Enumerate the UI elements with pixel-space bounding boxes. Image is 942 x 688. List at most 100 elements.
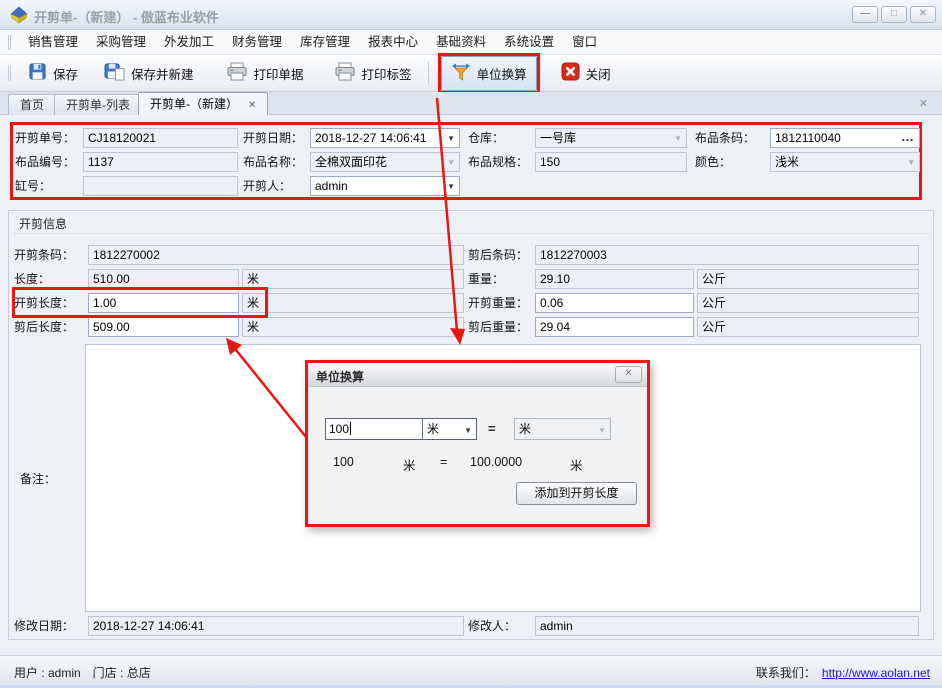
after-barcode-field[interactable]: 1812270003 bbox=[535, 245, 919, 265]
dropdown-arrow-icon: ▼ bbox=[907, 158, 915, 168]
tabstrip-close-button[interactable]: ✕ bbox=[919, 97, 928, 110]
fabric-barcode-label: 布品条码： bbox=[695, 128, 755, 148]
dropdown-arrow-icon[interactable]: ▼ bbox=[447, 182, 455, 192]
menu-basedata[interactable]: 基础资料 bbox=[427, 30, 495, 54]
toolbar: 保存 保存并新建 打印单据 bbox=[0, 55, 942, 92]
fabric-no-field[interactable]: 1137 bbox=[83, 152, 238, 172]
result-amount: 100 bbox=[333, 455, 354, 469]
user-store-info: 用户 : admin 门店 : 总店 bbox=[14, 664, 151, 681]
close-tab-button[interactable]: 关闭 bbox=[552, 57, 620, 89]
color-combo[interactable]: 浅米 ▼ bbox=[770, 152, 920, 172]
length-field[interactable]: 510.00 bbox=[88, 269, 239, 289]
cut-date-combo[interactable]: 2018-12-27 14:06:41 ▼ bbox=[310, 128, 460, 148]
weight-unit-cell: 公斤 bbox=[697, 269, 919, 289]
menu-sales[interactable]: 销售管理 bbox=[19, 30, 87, 54]
dialog-close-button[interactable]: ✕ bbox=[615, 366, 642, 383]
title-bar: 开剪单-（新建） - 傲蓝布业软件 — □ ✕ bbox=[0, 0, 942, 30]
cut-length-unit-cell: 米 bbox=[242, 293, 464, 313]
result-equals: = bbox=[440, 455, 447, 469]
fabric-barcode-field[interactable]: 1812110040 … bbox=[770, 128, 920, 148]
app-icon bbox=[10, 6, 28, 29]
maximize-button[interactable]: □ bbox=[881, 6, 907, 23]
add-to-cut-length-button[interactable]: 添加到开剪长度 bbox=[516, 482, 637, 505]
menu-outsourcing[interactable]: 外发加工 bbox=[155, 30, 223, 54]
after-length-field[interactable]: 509.00 bbox=[88, 317, 239, 337]
save-and-new-icon bbox=[104, 62, 125, 84]
cut-length-field[interactable]: 1.00 bbox=[88, 293, 239, 313]
amount-input[interactable]: 100 bbox=[325, 418, 425, 440]
after-weight-field[interactable]: 29.04 bbox=[535, 317, 694, 337]
vat-no-label: 缸号： bbox=[15, 176, 51, 196]
print-label-button[interactable]: 打印标签 bbox=[325, 57, 421, 89]
modifier-label: 修改人： bbox=[468, 616, 516, 636]
cut-barcode-field[interactable]: 1812270002 bbox=[88, 245, 464, 265]
dropdown-arrow-icon: ▼ bbox=[598, 426, 606, 436]
contact-info: 联系我们： http://www.aolan.net bbox=[756, 664, 930, 681]
menu-purchase[interactable]: 采购管理 bbox=[87, 30, 155, 54]
save-button[interactable]: 保存 bbox=[19, 57, 87, 89]
remark-label: 备注： bbox=[20, 469, 56, 489]
weight-field[interactable]: 29.10 bbox=[535, 269, 694, 289]
menu-inventory[interactable]: 库存管理 bbox=[291, 30, 359, 54]
save-and-new-button[interactable]: 保存并新建 bbox=[95, 57, 203, 89]
length-unit-cell: 米 bbox=[242, 269, 464, 289]
to-unit-combo[interactable]: 米 ▼ bbox=[514, 418, 611, 440]
warehouse-label: 仓库： bbox=[468, 128, 504, 148]
cut-weight-field[interactable]: 0.06 bbox=[535, 293, 694, 313]
menu-window[interactable]: 窗口 bbox=[563, 30, 606, 54]
text-caret bbox=[350, 422, 351, 435]
minimize-button[interactable]: — bbox=[852, 6, 878, 23]
tab-strip: 首页 开剪单-列表 开剪单-（新建）✕ ✕ bbox=[0, 92, 942, 115]
tab-home[interactable]: 首页 bbox=[8, 94, 56, 115]
print-receipt-button[interactable]: 打印单据 bbox=[217, 57, 313, 89]
unit-convert-icon bbox=[451, 62, 471, 85]
dropdown-arrow-icon[interactable]: ▼ bbox=[447, 134, 455, 144]
toolbar-separator bbox=[428, 61, 429, 85]
dialog-title: 单位换算 bbox=[316, 368, 364, 385]
after-weight-unit-cell: 公斤 bbox=[697, 317, 919, 337]
ellipsis-button[interactable]: … bbox=[901, 128, 914, 146]
modifier-field[interactable]: admin bbox=[535, 616, 919, 636]
vat-no-field[interactable] bbox=[83, 176, 238, 196]
result-to-unit: 米 bbox=[570, 455, 583, 474]
fabric-spec-field[interactable]: 150 bbox=[535, 152, 687, 172]
printer-icon bbox=[334, 62, 356, 84]
dropdown-arrow-icon[interactable]: ▼ bbox=[464, 426, 472, 436]
weight-label: 重量： bbox=[468, 269, 504, 289]
menu-settings[interactable]: 系统设置 bbox=[495, 30, 563, 54]
save-icon bbox=[28, 62, 47, 84]
result-from-unit: 米 bbox=[403, 455, 416, 474]
cut-no-field[interactable]: CJ18120021 bbox=[83, 128, 238, 148]
close-window-button[interactable]: ✕ bbox=[910, 6, 936, 23]
annotation-box-unit-convert: 单位换算 bbox=[438, 53, 540, 94]
tab-cut-new[interactable]: 开剪单-（新建）✕ bbox=[138, 92, 268, 115]
fabric-name-combo[interactable]: 全棉双面印花 ▼ bbox=[310, 152, 460, 172]
printer-icon bbox=[226, 62, 248, 84]
menu-finance[interactable]: 财务管理 bbox=[223, 30, 291, 54]
contact-label: 联系我们： bbox=[756, 666, 816, 680]
color-label: 颜色： bbox=[695, 152, 731, 172]
after-barcode-label: 剪后条码： bbox=[468, 245, 528, 265]
after-length-unit-cell: 米 bbox=[242, 317, 464, 337]
cut-barcode-label: 开剪条码： bbox=[14, 245, 74, 265]
from-unit-combo[interactable]: 米 ▼ bbox=[422, 418, 477, 440]
tab-close-icon[interactable]: ✕ bbox=[248, 100, 256, 111]
tab-cut-list[interactable]: 开剪单-列表 bbox=[54, 94, 142, 115]
fabric-no-label: 布品编号： bbox=[15, 152, 75, 172]
cutter-combo[interactable]: admin ▼ bbox=[310, 176, 460, 196]
dropdown-arrow-icon: ▼ bbox=[674, 134, 682, 144]
website-link[interactable]: http://www.aolan.net bbox=[822, 666, 930, 680]
warehouse-combo[interactable]: 一号库 ▼ bbox=[535, 128, 687, 148]
modify-date-field[interactable]: 2018-12-27 14:06:41 bbox=[88, 616, 464, 636]
cut-date-label: 开剪日期： bbox=[243, 128, 303, 148]
after-weight-label: 剪后重量： bbox=[468, 317, 528, 337]
cut-length-label: 开剪长度： bbox=[14, 293, 74, 313]
dialog-body: 100 米 ▼ = 米 ▼ 100 米 = 100.0000 米 添加到开剪长度 bbox=[308, 387, 647, 524]
grip-handle bbox=[8, 35, 11, 50]
annotation-box-header-form: 开剪单号： CJ18120021 开剪日期： 2018-12-27 14:06:… bbox=[10, 122, 922, 200]
equals-sign: = bbox=[488, 421, 496, 436]
unit-convert-button[interactable]: 单位换算 bbox=[441, 56, 537, 91]
menu-reports[interactable]: 报表中心 bbox=[359, 30, 427, 54]
unit-convert-dialog: 单位换算 ✕ 100 米 ▼ = 米 ▼ 100 米 = 100.0 bbox=[305, 360, 650, 527]
cut-weight-label: 开剪重量： bbox=[468, 293, 528, 313]
